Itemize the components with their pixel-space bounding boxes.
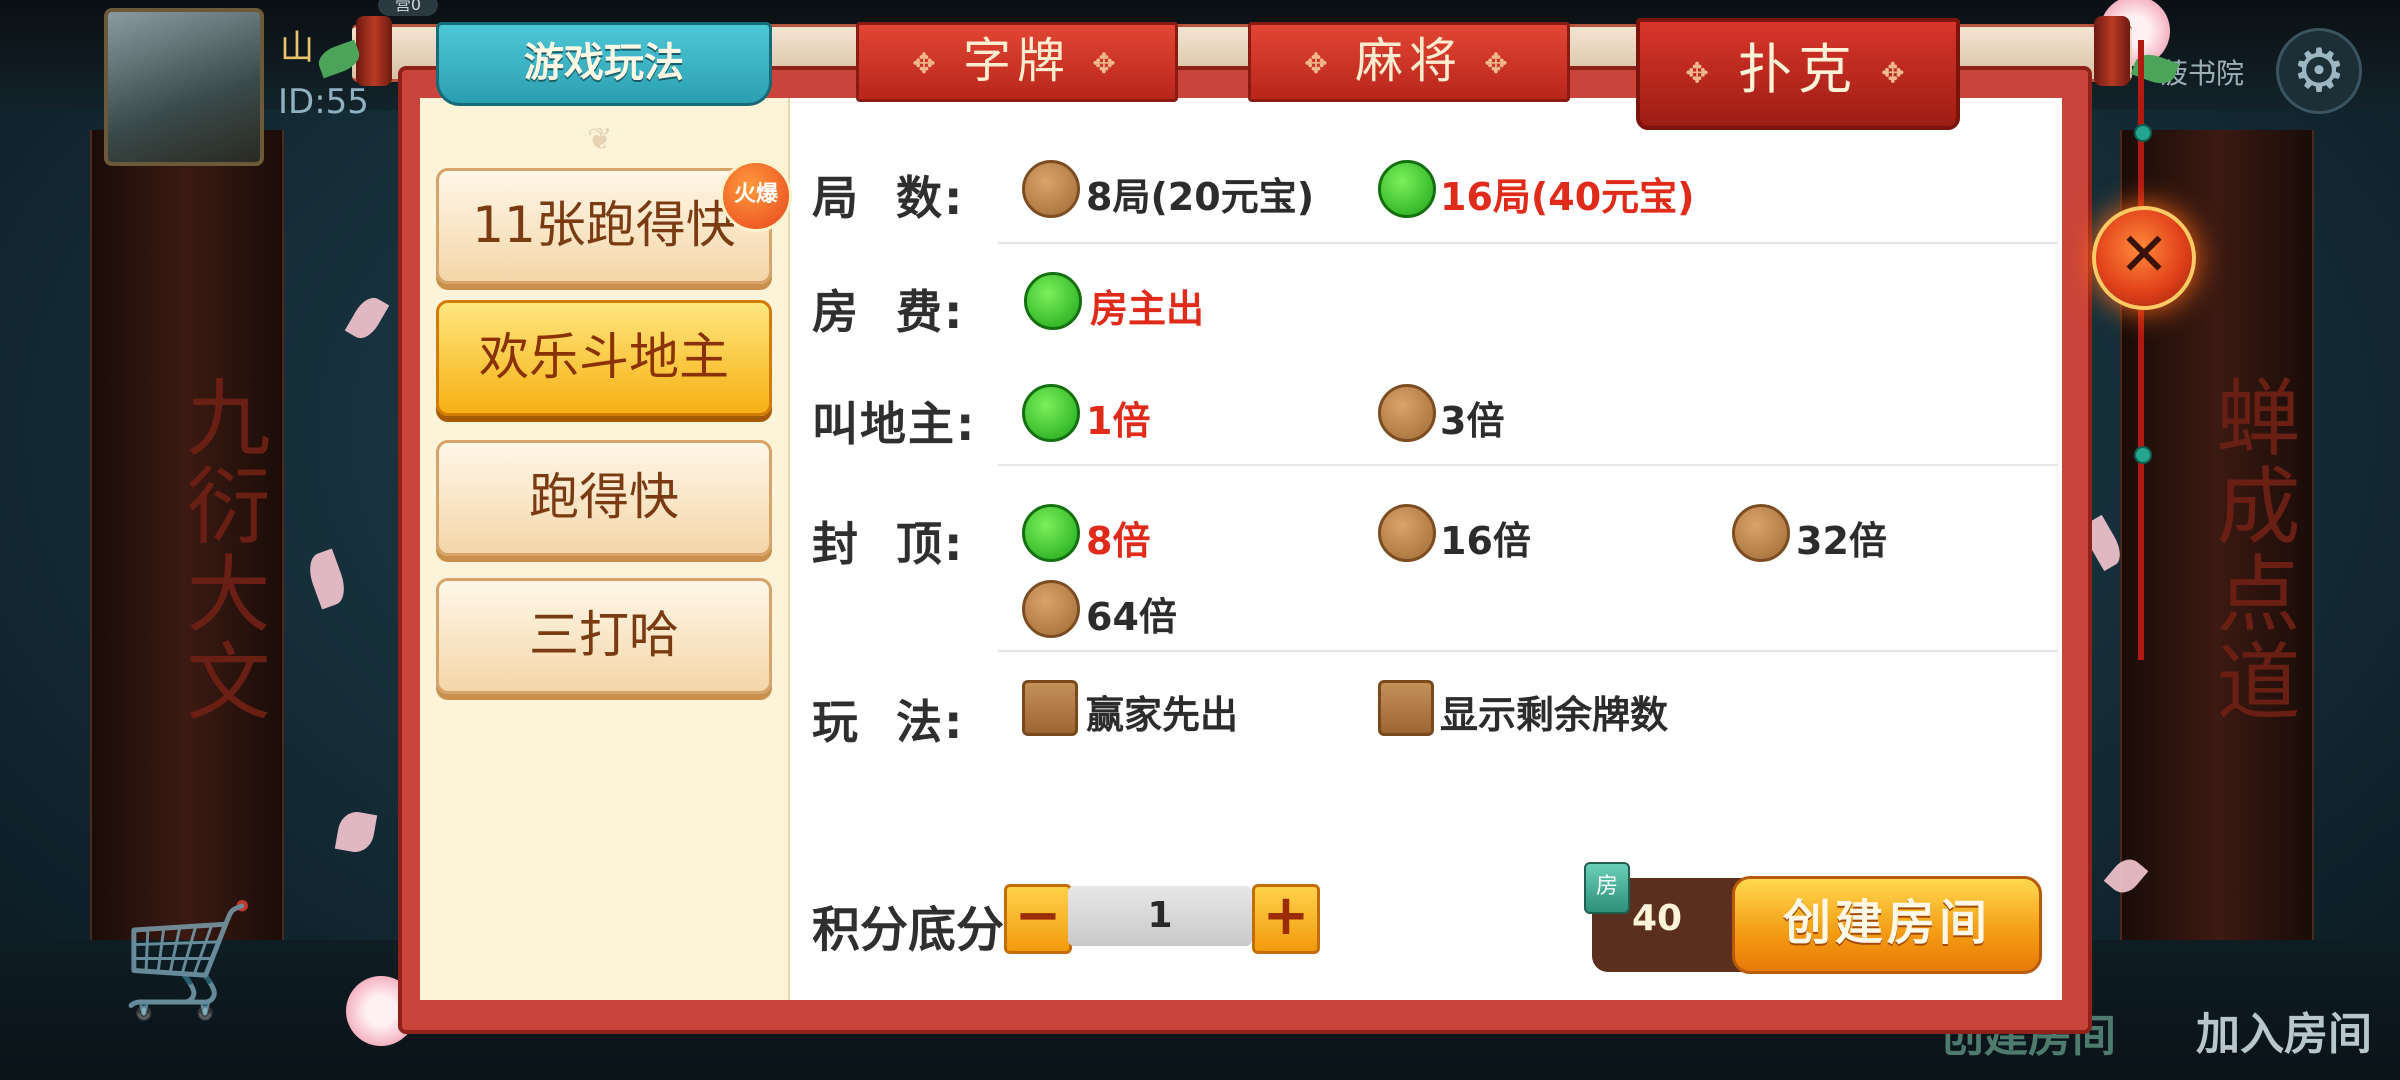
bottom-join-room[interactable]: 加入房间: [2196, 998, 2372, 1062]
player-id: ID:55: [278, 82, 369, 122]
option-cap-64[interactable]: 64倍: [1086, 586, 1177, 641]
row-divider: [998, 650, 2058, 652]
hot-badge: 火爆: [720, 160, 792, 232]
score-value: 1: [1068, 886, 1252, 946]
option-rounds-8[interactable]: 8局(20元宝): [1086, 166, 1314, 221]
radio-cap-32[interactable]: [1732, 504, 1790, 562]
row-divider: [998, 464, 2058, 466]
gear-icon[interactable]: ⚙: [2276, 28, 2362, 114]
option-winner-first[interactable]: 赢家先出: [1086, 684, 1238, 739]
option-landlord-3[interactable]: 3倍: [1440, 390, 1504, 445]
create-room-button[interactable]: 创建房间: [1732, 876, 2042, 974]
background-pillar-left: 九衍大文: [90, 130, 284, 950]
label-landlord: 叫地主:: [812, 397, 977, 451]
room-card-cost: 40: [1632, 898, 1683, 939]
avatar-badge: 营0: [378, 0, 438, 16]
radio-fee-owner[interactable]: [1024, 272, 1082, 330]
radio-landlord-1[interactable]: [1022, 384, 1080, 442]
label-rounds: 局 数:: [812, 171, 965, 225]
option-rounds-16[interactable]: 16局(40元宝): [1440, 166, 1695, 221]
option-fee-owner[interactable]: 房主出: [1090, 278, 1204, 333]
game-doudizhu[interactable]: 欢乐斗地主: [436, 300, 772, 416]
plus-button[interactable]: +: [1252, 884, 1320, 954]
score-label: 积分底分: [812, 902, 1005, 958]
scroll-cap-right: [2094, 16, 2130, 86]
radio-landlord-3[interactable]: [1378, 384, 1436, 442]
tab-mahjong[interactable]: ✥ 麻将 ✥: [1248, 22, 1570, 102]
tab-label: 字牌: [962, 33, 1071, 89]
radio-cap-8[interactable]: [1022, 504, 1080, 562]
radio-cap-64[interactable]: [1022, 580, 1080, 638]
ornament-icon: ✥: [1092, 47, 1122, 80]
pillar-text-left: 九衍大文: [173, 374, 271, 726]
bead-decoration: [2134, 446, 2152, 464]
checkbox-winner-first[interactable]: [1022, 680, 1078, 736]
row-divider: [998, 242, 2058, 244]
bead-decoration: [2134, 124, 2152, 142]
tab-poker[interactable]: ✥ 扑克 ✥: [1636, 18, 1960, 130]
minus-button[interactable]: −: [1004, 884, 1072, 954]
option-cap-32[interactable]: 32倍: [1796, 510, 1887, 565]
label-fee: 房 费:: [812, 285, 965, 339]
checkbox-show-remaining[interactable]: [1378, 680, 1434, 736]
ornament-icon: ❦: [587, 122, 613, 157]
option-cap-16[interactable]: 16倍: [1440, 510, 1531, 565]
tab-label: 扑克: [1738, 38, 1858, 101]
tab-label: 麻将: [1354, 33, 1463, 89]
game-paodekuai[interactable]: 跑得快: [436, 440, 772, 556]
radio-cap-16[interactable]: [1378, 504, 1436, 562]
ornament-icon: ✥: [1484, 47, 1514, 80]
label-cap: 封 顶:: [812, 517, 965, 571]
option-show-remaining[interactable]: 显示剩余牌数: [1440, 684, 1668, 739]
shop-cart-icon[interactable]: 🛒: [120, 900, 260, 1020]
option-landlord-1[interactable]: 1倍: [1086, 390, 1150, 445]
ornament-icon: ✥: [1685, 56, 1715, 90]
tab-gameplay[interactable]: 游戏玩法: [436, 22, 772, 106]
room-card-icon: 房: [1584, 862, 1630, 914]
close-icon[interactable]: ✕: [2092, 206, 2196, 310]
player-name: 山: [280, 28, 314, 68]
ornament-icon: ✥: [912, 47, 942, 80]
avatar[interactable]: [104, 8, 264, 166]
label-rules: 玩 法:: [812, 695, 965, 749]
scroll-cap-left: [356, 16, 392, 86]
ornament-icon: ✥: [1881, 56, 1911, 90]
option-cap-8[interactable]: 8倍: [1086, 510, 1150, 565]
tab-zipai[interactable]: ✥ 字牌 ✥: [856, 22, 1178, 102]
radio-rounds-16[interactable]: [1378, 160, 1436, 218]
radio-rounds-8[interactable]: [1022, 160, 1080, 218]
ornament-icon: ✥: [1304, 47, 1334, 80]
game-sandaha[interactable]: 三打哈: [436, 578, 772, 694]
